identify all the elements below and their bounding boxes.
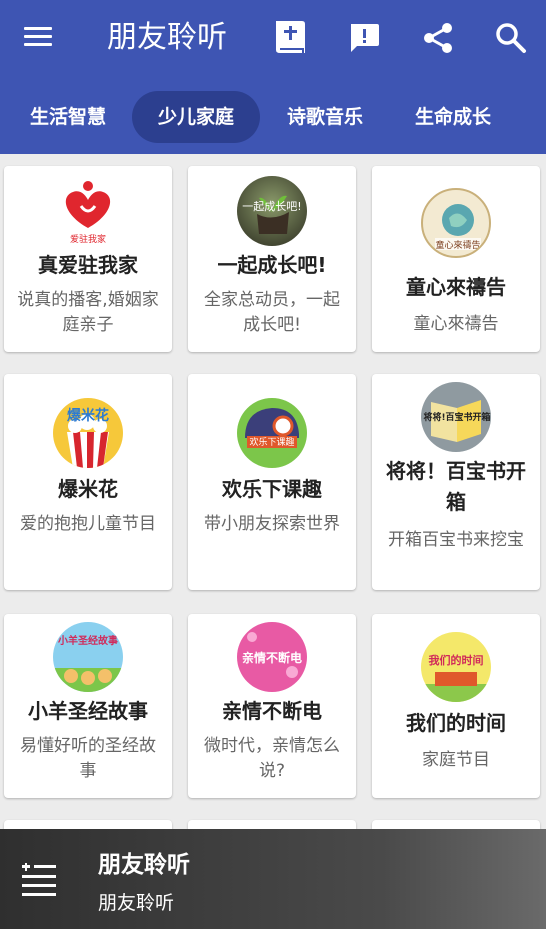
svg-text:欢乐下课趣: 欢乐下课趣	[249, 436, 294, 448]
program-card[interactable]: 童心來禱告 童心來禱告 童心來禱告	[372, 166, 540, 352]
program-desc: 家庭节目	[422, 750, 490, 770]
program-desc: 童心來禱告	[413, 314, 499, 334]
program-desc: 全家总动员，一起成长吧!	[204, 290, 340, 335]
category-tabs: 生活智慧 少儿家庭 诗歌音乐 生命成长	[0, 80, 546, 154]
search-icon[interactable]	[491, 18, 531, 58]
program-name: 小羊圣经故事	[28, 699, 148, 723]
program-name: 爆米花	[58, 477, 118, 501]
svg-text:爆米花: 爆米花	[67, 407, 109, 424]
program-desc: 带小朋友探索世界	[204, 514, 340, 534]
program-desc: 爱的抱抱儿童节目	[20, 514, 156, 534]
program-name: 将将！百宝书开箱	[386, 459, 526, 514]
program-card[interactable]: 爆米花 爆米花 爱的抱抱儿童节目	[4, 374, 172, 590]
program-name: 童心來禱告	[406, 275, 506, 299]
svg-text:童心來禱告: 童心來禱告	[435, 239, 480, 251]
program-desc: 微时代，亲情怎么说?	[204, 736, 340, 781]
program-desc: 说真的播客,婚姻家庭亲子	[17, 290, 159, 335]
program-logo: 欢乐下课趣	[237, 398, 307, 468]
app-title: 朋友聆听	[107, 20, 227, 55]
program-logo: 爱驻我家	[53, 176, 123, 246]
bible-icon[interactable]	[270, 18, 310, 58]
player-title: 朋友聆听	[98, 852, 190, 878]
playlist-icon[interactable]	[22, 863, 56, 897]
svg-text:亲情不断电: 亲情不断电	[242, 650, 302, 665]
program-logo: 童心來禱告	[421, 188, 491, 258]
program-card[interactable]: 一起成长吧! 一起成长吧! 全家总动员，一起成长吧!	[188, 166, 356, 352]
program-card[interactable]: 欢乐下课趣 欢乐下课趣 带小朋友探索世界	[188, 374, 356, 590]
tab-life-growth[interactable]: 生命成长	[393, 91, 513, 143]
player-subtitle: 朋友聆听	[98, 892, 175, 914]
program-logo: 亲情不断电	[237, 622, 307, 692]
svg-text:我们的时间: 我们的时间	[429, 653, 484, 667]
program-name: 我们的时间	[406, 711, 506, 735]
program-logo: 小羊圣经故事	[53, 622, 123, 692]
program-card[interactable]: 将将!百宝书开箱 将将！百宝书开箱 开箱百宝书来挖宝	[372, 374, 540, 590]
program-card[interactable]: 我们的时间 我们的时间 家庭节目	[372, 614, 540, 798]
program-name: 亲情不断电	[222, 699, 322, 723]
program-name: 真爱驻我家	[38, 253, 138, 277]
share-icon[interactable]	[418, 18, 458, 58]
svg-text:一起成长吧!: 一起成长吧!	[242, 200, 301, 213]
program-card[interactable]: 爱驻我家 真爱驻我家 说真的播客,婚姻家庭亲子	[4, 166, 172, 352]
program-desc: 开箱百宝书来挖宝	[388, 530, 524, 550]
feedback-icon[interactable]	[344, 18, 384, 58]
program-name: 欢乐下课趣	[222, 477, 322, 501]
program-logo: 将将!百宝书开箱	[421, 382, 491, 452]
svg-text:将将!百宝书开箱: 将将!百宝书开箱	[423, 411, 490, 423]
menu-icon[interactable]	[22, 24, 56, 54]
program-name: 一起成长吧!	[217, 253, 327, 277]
program-card[interactable]: 小羊圣经故事 小羊圣经故事 易懂好听的圣经故事	[4, 614, 172, 798]
app-bar: 朋友聆听	[0, 0, 546, 80]
svg-text:爱驻我家: 爱驻我家	[70, 233, 106, 245]
program-logo: 一起成长吧!	[237, 176, 307, 246]
program-card[interactable]: 亲情不断电 亲情不断电 微时代，亲情怎么说?	[188, 614, 356, 798]
program-logo: 爆米花	[53, 398, 123, 468]
tab-hymns-music[interactable]: 诗歌音乐	[265, 91, 385, 143]
svg-text:小羊圣经故事: 小羊圣经故事	[57, 634, 118, 647]
program-logo: 我们的时间	[421, 632, 491, 702]
program-desc: 易懂好听的圣经故事	[20, 736, 156, 781]
tab-children-family[interactable]: 少儿家庭	[132, 91, 260, 143]
tab-life-wisdom[interactable]: 生活智慧	[8, 91, 128, 143]
mini-player[interactable]: 朋友聆听 朋友聆听	[0, 829, 546, 929]
